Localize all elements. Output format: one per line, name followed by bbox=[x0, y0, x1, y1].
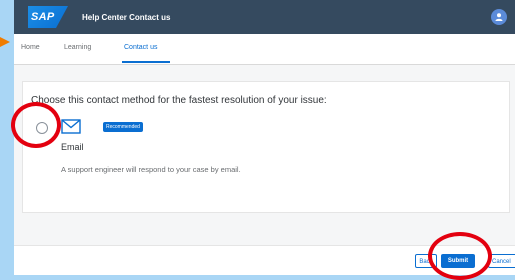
contact-method-card: Choose this contact method for the faste… bbox=[22, 81, 510, 213]
sap-logo-text: SAP bbox=[31, 11, 55, 23]
instruction-text: Choose this contact method for the faste… bbox=[31, 95, 327, 106]
tab-contact-us[interactable]: Contact us bbox=[124, 44, 157, 51]
app-title: Help Center Contact us bbox=[82, 12, 171, 22]
pointer-arrow-icon bbox=[0, 37, 10, 47]
main-content: Choose this contact method for the faste… bbox=[14, 65, 515, 245]
method-label-email: Email bbox=[61, 142, 84, 152]
email-radio-button[interactable] bbox=[36, 122, 48, 134]
cancel-button[interactable]: Cancel bbox=[488, 254, 515, 268]
tab-learning[interactable]: Learning bbox=[64, 44, 91, 51]
recommended-badge: Recommended bbox=[103, 122, 143, 132]
shell-header: SAP Help Center Contact us bbox=[14, 0, 515, 34]
user-icon bbox=[495, 13, 503, 21]
help-center-window: SAP Help Center Contact us Home Learning… bbox=[14, 0, 515, 275]
active-tab-indicator bbox=[122, 61, 170, 63]
nav-tabs: Home Learning Contact us bbox=[14, 34, 515, 65]
back-button[interactable]: Back bbox=[415, 254, 437, 268]
tab-home[interactable]: Home bbox=[21, 44, 40, 51]
submit-button[interactable]: Submit bbox=[441, 254, 475, 268]
method-description: A support engineer will respond to your … bbox=[61, 165, 241, 174]
user-avatar[interactable] bbox=[491, 9, 507, 25]
sap-logo[interactable]: SAP bbox=[28, 6, 68, 28]
envelope-icon bbox=[61, 119, 81, 134]
footer-toolbar: Back Submit Cancel bbox=[14, 245, 515, 275]
